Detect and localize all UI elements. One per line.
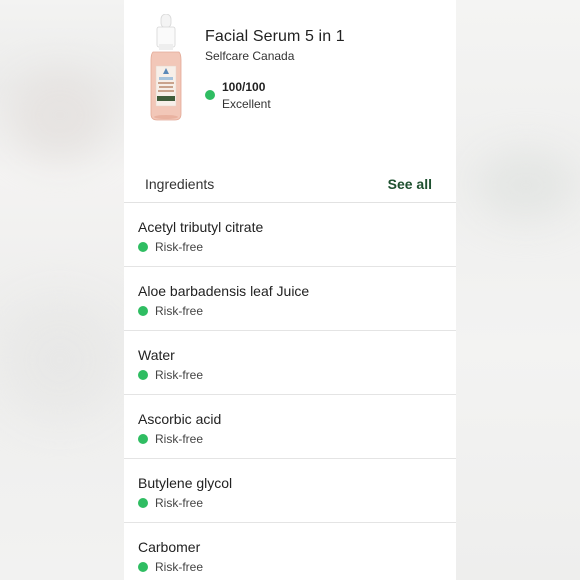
ingredient-item[interactable]: Acetyl tributyl citrate Risk-free — [124, 203, 456, 267]
ingredient-item[interactable]: Ascorbic acid Risk-free — [124, 395, 456, 459]
ingredient-name: Water — [138, 347, 175, 363]
product-rating: Excellent — [222, 97, 271, 111]
risk-free-dot-icon — [138, 306, 148, 316]
section-divider — [124, 150, 456, 158]
ingredient-risk: Risk-free — [155, 560, 204, 574]
ingredient-item[interactable]: Carbomer Risk-free — [124, 523, 456, 580]
ingredient-item[interactable]: Aloe barbadensis leaf Juice Risk-free — [124, 267, 456, 331]
ingredient-risk: Risk-free — [155, 432, 204, 446]
ingredient-risk: Risk-free — [155, 240, 204, 254]
risk-free-dot-icon — [138, 434, 148, 444]
backdrop-blur — [10, 70, 110, 160]
product-image[interactable] — [144, 14, 188, 124]
product-score: 100/100 — [222, 80, 266, 94]
ingredient-risk: Risk-free — [155, 368, 204, 382]
ingredients-list: Acetyl tributyl citrate Risk-free Aloe b… — [124, 203, 456, 580]
ingredient-risk: Risk-free — [155, 304, 204, 318]
ingredient-name: Aloe barbadensis leaf Juice — [138, 283, 310, 299]
ingredient-name: Ascorbic acid — [138, 411, 222, 427]
ingredient-risk: Risk-free — [155, 496, 204, 510]
risk-free-dot-icon — [138, 242, 148, 252]
risk-free-dot-icon — [138, 562, 148, 572]
ingredient-name: Butylene glycol — [138, 475, 233, 491]
score-indicator-icon — [205, 90, 215, 100]
ingredient-item[interactable]: Butylene glycol Risk-free — [124, 459, 456, 523]
backdrop-right — [456, 0, 580, 580]
ingredients-header: Ingredients See all — [124, 158, 456, 203]
product-brand: Selfcare Canada — [205, 49, 295, 63]
product-panel: Facial Serum 5 in 1 Selfcare Canada 100/… — [124, 0, 456, 580]
backdrop-blur — [476, 150, 576, 220]
ingredients-title: Ingredients — [145, 176, 215, 192]
product-header: Facial Serum 5 in 1 Selfcare Canada 100/… — [124, 0, 456, 150]
product-name: Facial Serum 5 in 1 — [205, 28, 345, 45]
risk-free-dot-icon — [138, 498, 148, 508]
risk-free-dot-icon — [138, 370, 148, 380]
ingredient-name: Acetyl tributyl citrate — [138, 219, 264, 235]
ingredient-item[interactable]: Water Risk-free — [124, 331, 456, 395]
see-all-button[interactable]: See all — [388, 176, 432, 192]
backdrop-blur — [0, 300, 120, 420]
ingredient-name: Carbomer — [138, 539, 201, 555]
backdrop-left — [0, 0, 124, 580]
